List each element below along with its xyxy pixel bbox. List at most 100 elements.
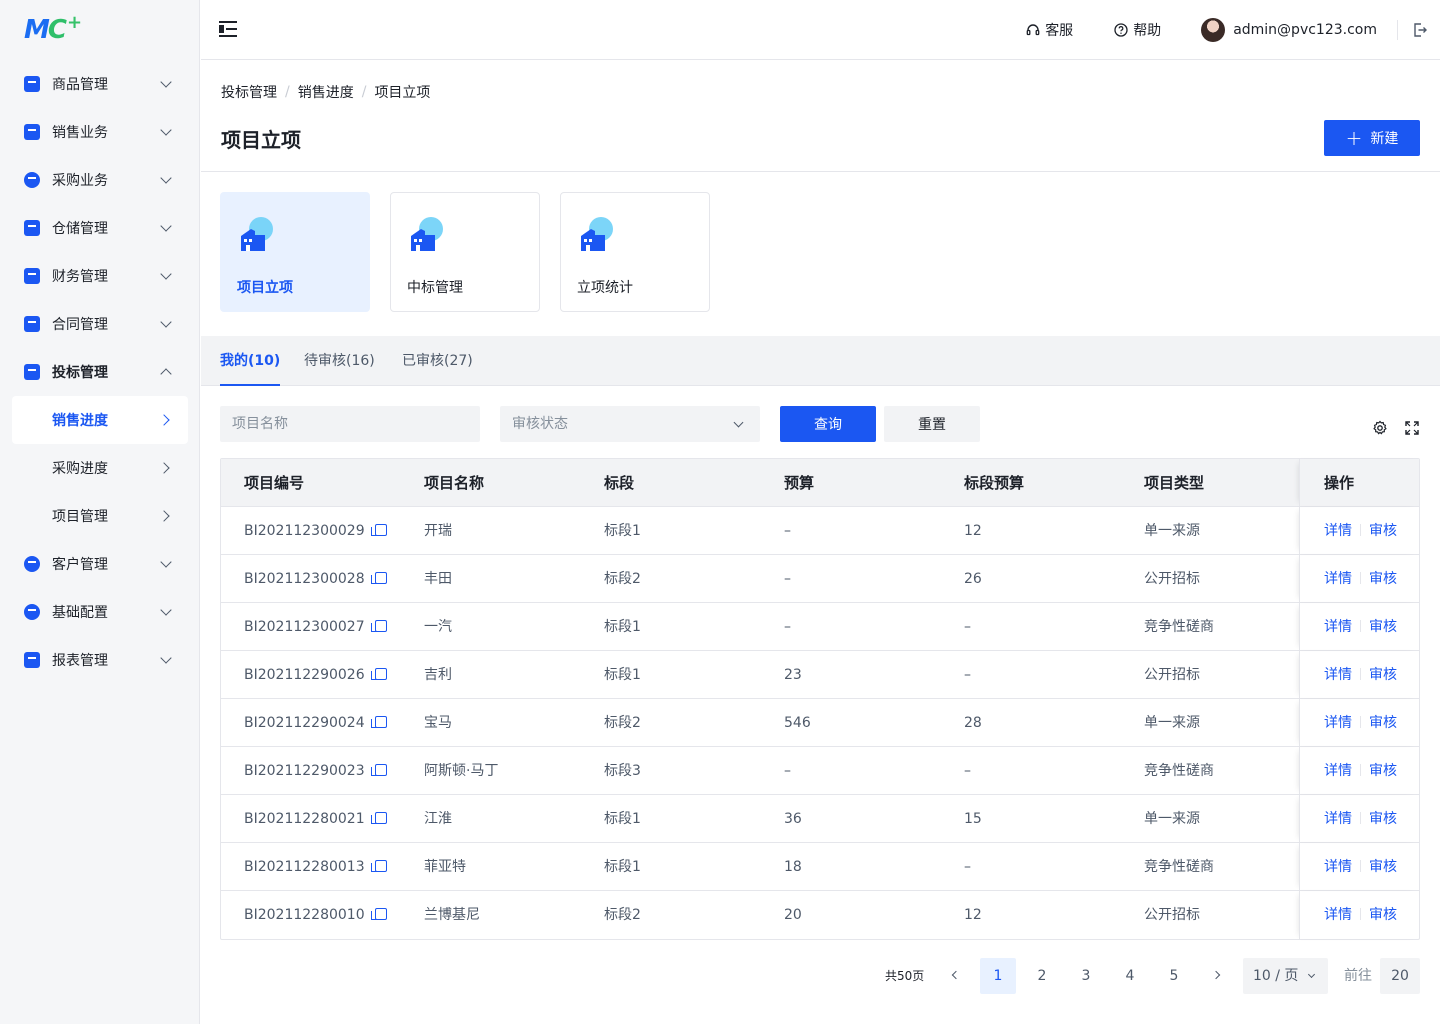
project-type-cell: 竞争性磋商	[1144, 603, 1214, 651]
copy-icon[interactable]	[370, 812, 387, 824]
card-project-initiation[interactable]: 项目立项	[220, 192, 370, 312]
copy-icon[interactable]	[370, 620, 387, 632]
breadcrumb-item[interactable]: 销售进度	[298, 82, 354, 102]
audit-link[interactable]: 审核	[1369, 763, 1397, 779]
sidebar-item-sales-progress[interactable]: 销售进度	[12, 396, 188, 444]
sidebar-item-bidding[interactable]: 投标管理	[12, 348, 188, 396]
page-button[interactable]: 3	[1068, 958, 1104, 994]
card-bid-win-management[interactable]: 中标管理	[390, 192, 540, 312]
detail-link[interactable]: 详情	[1324, 667, 1352, 683]
detail-link[interactable]: 详情	[1324, 811, 1352, 827]
page-button[interactable]: 5	[1156, 958, 1192, 994]
sidebar-item-contract[interactable]: 合同管理	[12, 300, 188, 348]
tab-mine[interactable]: 我的(10)	[220, 336, 281, 386]
detail-link[interactable]: 详情	[1324, 859, 1352, 875]
audit-link[interactable]: 审核	[1369, 907, 1397, 923]
project-type-cell: 单一来源	[1144, 795, 1200, 843]
page-size-select[interactable]: 10 / 页	[1243, 958, 1328, 994]
new-button[interactable]: + 新建	[1324, 120, 1420, 156]
sidebar-item-label: 合同管理	[52, 317, 108, 333]
sidebar-item-reports[interactable]: 报表管理	[12, 636, 188, 684]
divider	[1360, 668, 1361, 680]
project-name-input[interactable]	[220, 406, 480, 442]
copy-icon[interactable]	[370, 524, 387, 536]
query-button[interactable]: 查询	[780, 406, 876, 442]
prev-page-icon[interactable]	[951, 970, 961, 980]
brand-logo[interactable]: MC +	[24, 14, 82, 45]
copy-icon[interactable]	[370, 764, 387, 776]
fullscreen-icon[interactable]	[1404, 420, 1420, 436]
sidebar-item-purchase-progress[interactable]: 采购进度	[12, 444, 188, 492]
sidebar-item-finance[interactable]: 财务管理	[12, 252, 188, 300]
customer-service-link[interactable]: 客服	[1025, 20, 1073, 40]
table-header: 项目编号 项目名称 标段 预算 标段预算 项目类型 操作	[221, 459, 1419, 507]
project-name-cell: 丰田	[424, 555, 452, 603]
audit-link[interactable]: 审核	[1369, 571, 1397, 587]
sidebar-item-project-management[interactable]: 项目管理	[12, 492, 188, 540]
detail-link[interactable]: 详情	[1324, 619, 1352, 635]
audit-link[interactable]: 审核	[1369, 619, 1397, 635]
copy-icon[interactable]	[370, 716, 387, 728]
sidebar-item-sales[interactable]: 销售业务	[12, 108, 188, 156]
sidebar-item-customers[interactable]: 客户管理	[12, 540, 188, 588]
sidebar-item-config[interactable]: 基础配置	[12, 588, 188, 636]
audit-link[interactable]: 审核	[1369, 667, 1397, 683]
divider	[1360, 860, 1361, 872]
goto-page-input[interactable]	[1380, 958, 1420, 994]
logout-icon[interactable]	[1412, 22, 1428, 38]
tab-reviewed[interactable]: 已审核(27)	[402, 336, 473, 386]
collapse-menu-icon[interactable]	[219, 21, 237, 37]
audit-status-select[interactable]: 审核状态	[500, 406, 760, 442]
copy-icon[interactable]	[370, 668, 387, 680]
reset-button[interactable]: 重置	[884, 406, 980, 442]
project-type-cell: 竞争性磋商	[1144, 747, 1214, 795]
page-button[interactable]: 2	[1024, 958, 1060, 994]
copy-icon[interactable]	[370, 908, 387, 920]
detail-link[interactable]: 详情	[1324, 763, 1352, 779]
audit-link[interactable]: 审核	[1369, 811, 1397, 827]
project-table: 项目编号 项目名称 标段 预算 标段预算 项目类型 操作 BI202112300…	[220, 458, 1420, 940]
project-type-text: 单一来源	[1144, 523, 1200, 539]
detail-link[interactable]: 详情	[1324, 907, 1352, 923]
audit-link[interactable]: 审核	[1369, 715, 1397, 731]
building-icon	[407, 217, 447, 253]
operation-cell: 详情 审核	[1299, 651, 1420, 698]
project-code-cell: BI202112290023	[244, 747, 387, 795]
copy-icon[interactable]	[370, 860, 387, 872]
settings-icon[interactable]	[1372, 420, 1388, 436]
user-menu[interactable]: admin@pvc123.com	[1201, 18, 1377, 42]
cart-icon	[24, 172, 40, 188]
sidebar-item-purchase[interactable]: 采购业务	[12, 156, 188, 204]
next-page-icon[interactable]	[1211, 970, 1221, 980]
divider	[1360, 572, 1361, 584]
section-budget-cell: –	[964, 747, 971, 795]
copy-icon[interactable]	[370, 572, 387, 584]
audit-link[interactable]: 审核	[1369, 523, 1397, 539]
sidebar-item-products[interactable]: 商品管理	[12, 60, 188, 108]
card-initiation-stats[interactable]: 立项统计	[560, 192, 710, 312]
page-button[interactable]: 1	[980, 958, 1016, 994]
section-cell: 标段1	[604, 843, 641, 891]
detail-link[interactable]: 详情	[1324, 715, 1352, 731]
section-cell: 标段2	[604, 699, 641, 747]
table-row: BI202112300029 开瑞 标段1 – 12 单一来源 详情 审核	[221, 507, 1419, 555]
section-budget-text: 28	[964, 715, 982, 731]
sidebar-item-warehouse[interactable]: 仓储管理	[12, 204, 188, 252]
project-name-cell: 宝马	[424, 699, 452, 747]
section-budget-text: –	[964, 619, 971, 635]
audit-link[interactable]: 审核	[1369, 859, 1397, 875]
project-code-text: BI202112290024	[244, 715, 365, 731]
project-name-text: 阿斯顿·马丁	[424, 763, 499, 779]
help-link[interactable]: 帮助	[1113, 20, 1161, 40]
detail-link[interactable]: 详情	[1324, 523, 1352, 539]
column-header: 项目编号	[244, 474, 305, 492]
table-row: BI202112290023 阿斯顿·马丁 标段3 – – 竞争性磋商 详情 审核	[221, 747, 1419, 795]
detail-link[interactable]: 详情	[1324, 571, 1352, 587]
tab-pending[interactable]: 待审核(16)	[304, 336, 375, 386]
project-code-cell: BI202112290024	[244, 699, 387, 747]
budget-text: 23	[784, 667, 802, 683]
breadcrumb-separator: /	[285, 84, 290, 100]
top-bar: 客服 帮助 admin@pvc123.com	[201, 0, 1440, 60]
page-button[interactable]: 4	[1112, 958, 1148, 994]
breadcrumb-item[interactable]: 投标管理	[221, 82, 277, 102]
